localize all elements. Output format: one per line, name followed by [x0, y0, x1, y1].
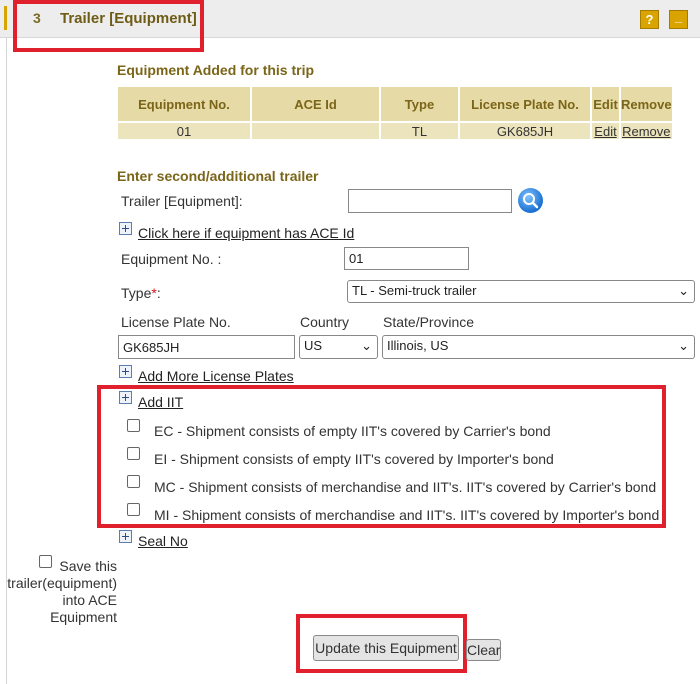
- save-label-line: Save this: [59, 558, 117, 574]
- add-iit-link[interactable]: Add IIT: [138, 394, 183, 410]
- country-select[interactable]: US ⌄: [299, 335, 378, 359]
- remove-link[interactable]: Remove: [621, 123, 672, 139]
- equipment-added-title: Equipment Added for this trip: [117, 62, 315, 78]
- iit-checkbox-mi[interactable]: [127, 503, 140, 516]
- iit-option-mc: MC - Shipment consists of merchandise an…: [154, 479, 657, 495]
- iit-checkbox-ec[interactable]: [127, 419, 140, 432]
- country-label: Country: [300, 314, 350, 330]
- chevron-down-icon: ⌄: [678, 283, 689, 298]
- help-icon[interactable]: ?: [640, 10, 659, 29]
- table-row: 01 TL GK685JH Edit Remove: [118, 123, 672, 139]
- iit-option-mi: MI - Shipment consists of merchandise an…: [154, 507, 660, 523]
- save-label-line: Equipment: [50, 609, 117, 625]
- header-accent: [4, 6, 7, 30]
- trailer-input[interactable]: [348, 189, 512, 213]
- cell-license-plate: GK685JH: [460, 123, 590, 139]
- cell-type: TL: [381, 123, 458, 139]
- save-ace-label: Save this trailer(equipment) into ACE Eq…: [0, 558, 117, 626]
- minimize-icon[interactable]: _: [669, 10, 688, 29]
- chevron-down-icon: ⌄: [361, 338, 372, 353]
- search-icon[interactable]: [518, 188, 543, 213]
- expand-ace-icon[interactable]: [119, 222, 132, 235]
- type-select[interactable]: TL - Semi-truck trailer ⌄: [347, 280, 695, 303]
- add-iit-icon[interactable]: [119, 391, 132, 404]
- state-label: State/Province: [383, 314, 475, 330]
- iit-checkbox-mc[interactable]: [127, 475, 140, 488]
- additional-trailer-title: Enter second/additional trailer: [117, 168, 319, 184]
- type-label: Type*:: [121, 285, 161, 301]
- seal-no-link[interactable]: Seal No: [138, 533, 188, 549]
- col-type: Type: [381, 87, 458, 121]
- col-equipment-no: Equipment No.: [118, 87, 250, 121]
- col-edit: Edit: [592, 87, 619, 121]
- plate-input[interactable]: [118, 335, 295, 359]
- state-select[interactable]: Illinois, US ⌄: [382, 335, 695, 359]
- col-ace-id: ACE Id: [252, 87, 379, 121]
- table-header-row: Equipment No. ACE Id Type License Plate …: [118, 87, 672, 121]
- add-plates-link[interactable]: Add More License Plates: [138, 368, 294, 384]
- cell-ace-id: [252, 123, 379, 139]
- plate-label: License Plate No.: [121, 314, 231, 330]
- chevron-down-icon: ⌄: [678, 338, 689, 353]
- col-remove: Remove: [621, 87, 672, 121]
- seal-icon[interactable]: [119, 530, 132, 543]
- clear-button[interactable]: Clear: [466, 639, 501, 661]
- equipment-no-label: Equipment No. :: [121, 251, 222, 267]
- iit-checkbox-ei[interactable]: [127, 447, 140, 460]
- equipment-table: Equipment No. ACE Id Type License Plate …: [116, 85, 674, 141]
- col-license-plate: License Plate No.: [460, 87, 590, 121]
- cell-equipment-no: 01: [118, 123, 250, 139]
- ace-id-link[interactable]: Click here if equipment has ACE Id: [138, 225, 354, 241]
- edit-link[interactable]: Edit: [592, 123, 619, 139]
- iit-option-ei: EI - Shipment consists of empty IIT's co…: [154, 451, 554, 467]
- save-label-line: into ACE: [62, 592, 117, 608]
- highlight-box-title: [13, 0, 204, 52]
- update-equipment-button[interactable]: Update this Equipment: [313, 635, 459, 661]
- save-label-line: trailer(equipment): [7, 575, 117, 591]
- trailer-label: Trailer [Equipment]:: [121, 193, 243, 209]
- iit-option-ec: EC - Shipment consists of empty IIT's co…: [154, 423, 551, 439]
- equipment-no-input[interactable]: [344, 247, 469, 270]
- add-plates-icon[interactable]: [119, 365, 132, 378]
